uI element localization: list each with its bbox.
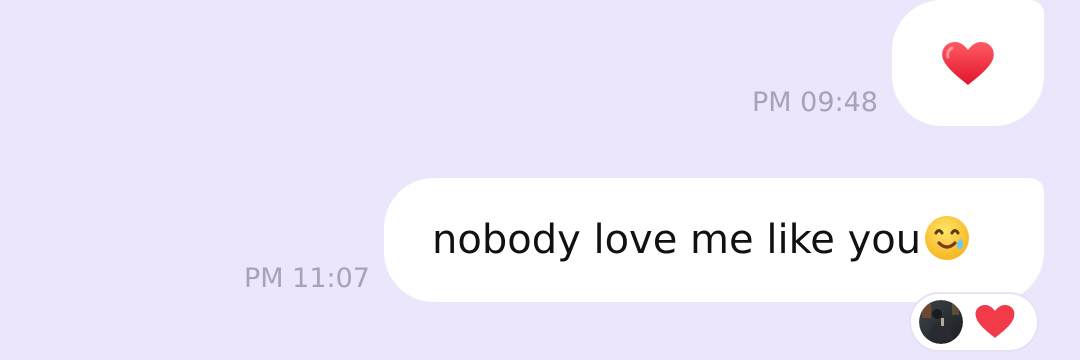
message-row: PM 09:48: [752, 0, 1044, 126]
message-bubble[interactable]: [892, 0, 1044, 126]
heart-icon: [975, 305, 1015, 338]
chat-thread: PM 09:48 PM 11:07 nobody love me like yo…: [0, 0, 1080, 360]
message-bubble[interactable]: nobody love me like you: [384, 178, 1044, 302]
avatar: [919, 300, 963, 344]
message-reaction[interactable]: [911, 294, 1037, 350]
message-timestamp: PM 09:48: [752, 87, 878, 118]
message-row: PM 11:07 nobody love me like you: [244, 178, 1044, 302]
message-timestamp: PM 11:07: [244, 263, 370, 294]
message-text: nobody love me like you: [432, 217, 922, 263]
smiling-face-with-tear-icon: [925, 216, 970, 260]
heart-icon: [942, 42, 994, 85]
